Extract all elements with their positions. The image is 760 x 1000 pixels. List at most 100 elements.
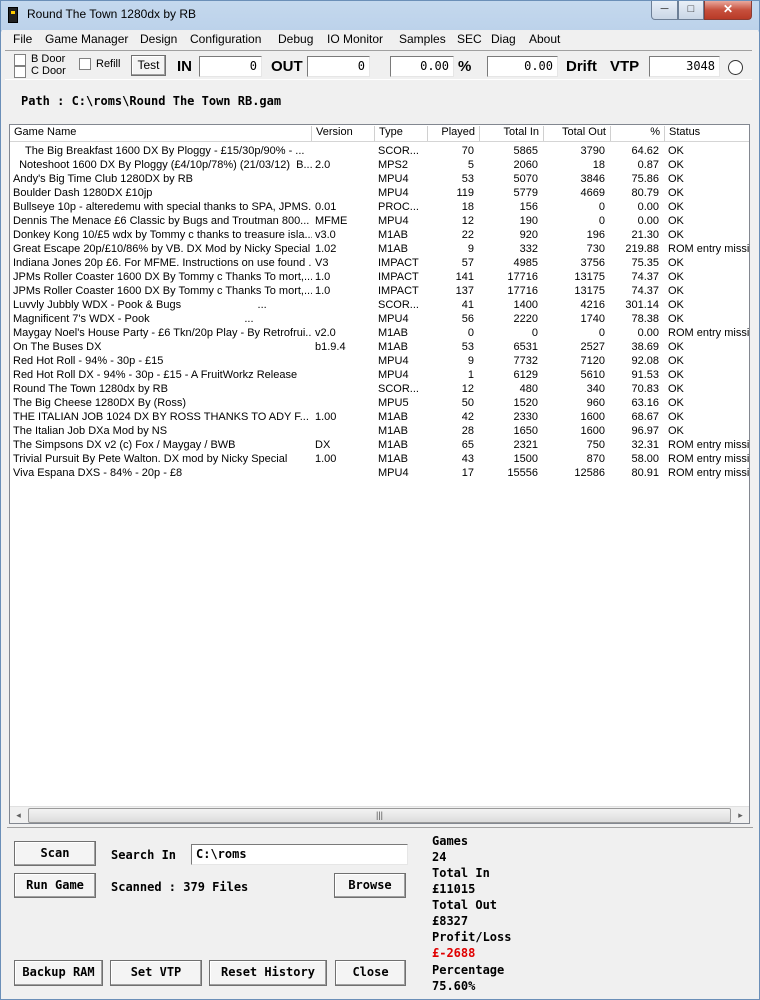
table-row[interactable]: The Big Breakfast 1600 DX By Ploggy - £1… <box>10 144 749 158</box>
menu-debug[interactable]: Debug <box>278 32 313 46</box>
cell-version <box>312 466 375 480</box>
table-row[interactable]: THE ITALIAN JOB 1024 DX BY ROSS THANKS T… <box>10 410 749 424</box>
scanned-files-label: Scanned : 379 Files <box>111 880 249 894</box>
table-row[interactable]: Red Hot Roll - 94% - 30p - £15 MPU4 9 7732 7… <box>10 354 749 368</box>
table-row[interactable]: JPMs Roller Coaster 1600 DX By Tommy c T… <box>10 270 749 284</box>
table-row[interactable]: Indiana Jones 20p £6. For MFME. Instruct… <box>10 256 749 270</box>
close-window-button[interactable]: ✕ <box>704 1 752 20</box>
scan-button[interactable]: Scan <box>14 841 96 866</box>
table-row[interactable]: The Simpsons DX v2 (c) Fox / Maygay / BW… <box>10 438 749 452</box>
test-button[interactable]: Test <box>131 55 166 76</box>
table-row[interactable]: Bullseye 10p - alteredemu with special t… <box>10 200 749 214</box>
cell-total-out: 750 <box>586 439 605 451</box>
column-header-status[interactable]: Status <box>665 126 749 141</box>
cell-type: M1AB <box>378 327 408 339</box>
browse-button[interactable]: Browse <box>334 873 406 898</box>
table-row[interactable]: On The Buses DX b1.9.4 M1AB 53 6531 2527 38.69… <box>10 340 749 354</box>
in-field[interactable]: 0 <box>199 56 262 77</box>
cell-total-in: 5865 <box>513 145 538 157</box>
cell-status: OK <box>668 341 684 353</box>
cell-total-out: 1600 <box>580 411 605 423</box>
vtp-field[interactable]: 3048 <box>649 56 720 77</box>
menu-configuration[interactable]: Configuration <box>190 32 261 46</box>
menu-sec[interactable]: SEC <box>457 32 482 46</box>
column-header-version[interactable]: Version <box>312 126 375 141</box>
table-row[interactable]: Red Hot Roll DX - 94% - 30p - £15 - A Fr… <box>10 368 749 382</box>
table-row[interactable]: Dennis The Menace £6 Classic by Bugs and… <box>10 214 749 228</box>
b-door-checkbox[interactable] <box>14 54 26 66</box>
percent-field[interactable]: 0.00 <box>390 56 454 77</box>
menu-game-manager[interactable]: Game Manager <box>45 32 128 46</box>
set-vtp-button[interactable]: Set VTP <box>110 960 202 986</box>
maximize-button[interactable]: □ <box>678 1 704 20</box>
cell-status: OK <box>668 257 684 269</box>
menu-file[interactable]: File <box>13 32 32 46</box>
profit-loss-value: £-2688 <box>432 946 476 960</box>
cell-game-name: Boulder Dash 1280DX £10jp <box>13 187 153 199</box>
c-door-checkbox[interactable] <box>14 66 26 78</box>
cell-percent: 70.83 <box>631 383 659 395</box>
table-row[interactable]: Luvvly Jubbly WDX - Pook & Bugs ... SCOR.… <box>10 298 749 312</box>
table-row[interactable]: Maygay Noel's House Party - £6 Tkn/20p P… <box>10 326 749 340</box>
table-row[interactable]: JPMs Roller Coaster 1600 DX By Tommy c T… <box>10 284 749 298</box>
column-header-percent[interactable]: % <box>611 126 665 141</box>
menu-io-monitor[interactable]: IO Monitor <box>327 32 383 46</box>
cell-percent: 68.67 <box>631 411 659 423</box>
c-door-label: C Door <box>31 65 66 77</box>
menu-samples[interactable]: Samples <box>399 32 446 46</box>
reset-history-button[interactable]: Reset History <box>209 960 327 986</box>
column-header-played[interactable]: Played <box>428 126 480 141</box>
cell-version: 1.0 <box>315 285 331 297</box>
table-row[interactable]: The Italian Job DXa Mod by NS M1AB 28 1650 1… <box>10 424 749 438</box>
game-table[interactable]: Game Name Version Type Played Total In T… <box>9 124 750 824</box>
table-row[interactable]: Great Escape 20p/£10/86% by VB. DX Mod b… <box>10 242 749 256</box>
cell-status: OK <box>668 229 684 241</box>
menu-bar: File Game Manager Design Configuration D… <box>2 30 758 48</box>
table-row[interactable]: Donkey Kong 10/£5 wdx by Tommy c thanks … <box>10 228 749 242</box>
search-in-label: Search In <box>111 848 177 862</box>
cell-type: M1AB <box>378 411 408 423</box>
table-row[interactable]: The Big Cheese 1280DX By (Ross) MPU5 50 152… <box>10 396 749 410</box>
column-header-total-out[interactable]: Total Out <box>544 126 611 141</box>
table-row[interactable]: Andy's Big Time Club 1280DX by RB MPU4 53 5… <box>10 172 749 186</box>
run-game-button[interactable]: Run Game <box>14 873 96 898</box>
cell-total-in: 6129 <box>513 369 538 381</box>
cell-game-name: Great Escape 20p/£10/86% by VB. DX Mod b… <box>13 243 311 255</box>
menu-diag[interactable]: Diag <box>491 32 516 46</box>
cell-played: 53 <box>461 341 474 353</box>
cell-game-name: Donkey Kong 10/£5 wdx by Tommy c thanks … <box>13 229 312 241</box>
column-header-total-in[interactable]: Total In <box>480 126 544 141</box>
minimize-button[interactable]: ─ <box>651 1 678 20</box>
total-in-label: Total In <box>432 866 490 880</box>
scroll-left-arrow-icon[interactable]: ◂ <box>10 807 27 823</box>
menu-about[interactable]: About <box>529 32 560 46</box>
title-bar[interactable]: Round The Town 1280dx by RB ─ □ ✕ <box>1 1 759 29</box>
cell-percent: 21.30 <box>631 229 659 241</box>
scroll-right-arrow-icon[interactable]: ▸ <box>732 807 749 823</box>
out-field[interactable]: 0 <box>307 56 370 77</box>
table-row[interactable]: Round The Town 1280dx by RB SCOR... 12 480 3… <box>10 382 749 396</box>
cell-version: 1.0 <box>315 271 331 283</box>
status-indicator-circle <box>728 60 743 75</box>
table-row[interactable]: Boulder Dash 1280DX £10jp MPU4 119 5779 4669… <box>10 186 749 200</box>
backup-ram-button[interactable]: Backup RAM <box>14 960 103 986</box>
menu-design[interactable]: Design <box>140 32 177 46</box>
scrollbar-thumb[interactable]: ||| <box>28 808 731 823</box>
drift-field[interactable]: 0.00 <box>487 56 558 77</box>
cell-type: M1AB <box>378 341 408 353</box>
close-button[interactable]: Close <box>335 960 406 986</box>
cell-played: 43 <box>461 453 474 465</box>
search-in-field[interactable]: C:\roms <box>191 844 408 865</box>
table-row[interactable]: Viva Espana DXS - 84% - 20p - £8 MPU4 17 15… <box>10 466 749 480</box>
cell-played: 28 <box>461 425 474 437</box>
table-row[interactable]: Magnificent 7's WDX - Pook ... MPU4 56 2220… <box>10 312 749 326</box>
column-header-type[interactable]: Type <box>375 126 428 141</box>
table-row[interactable]: Trivial Pursuit By Pete Walton. DX mod b… <box>10 452 749 466</box>
column-header-game-name[interactable]: Game Name <box>10 126 312 141</box>
table-row[interactable]: Noteshoot 1600 DX By Ploggy (£4/10p/78%)… <box>10 158 749 172</box>
cell-version <box>312 396 375 410</box>
cell-total-in: 7732 <box>513 355 538 367</box>
cell-version <box>312 354 375 368</box>
horizontal-scrollbar[interactable]: ◂ ||| ▸ <box>10 806 749 823</box>
refill-checkbox[interactable] <box>79 58 91 70</box>
